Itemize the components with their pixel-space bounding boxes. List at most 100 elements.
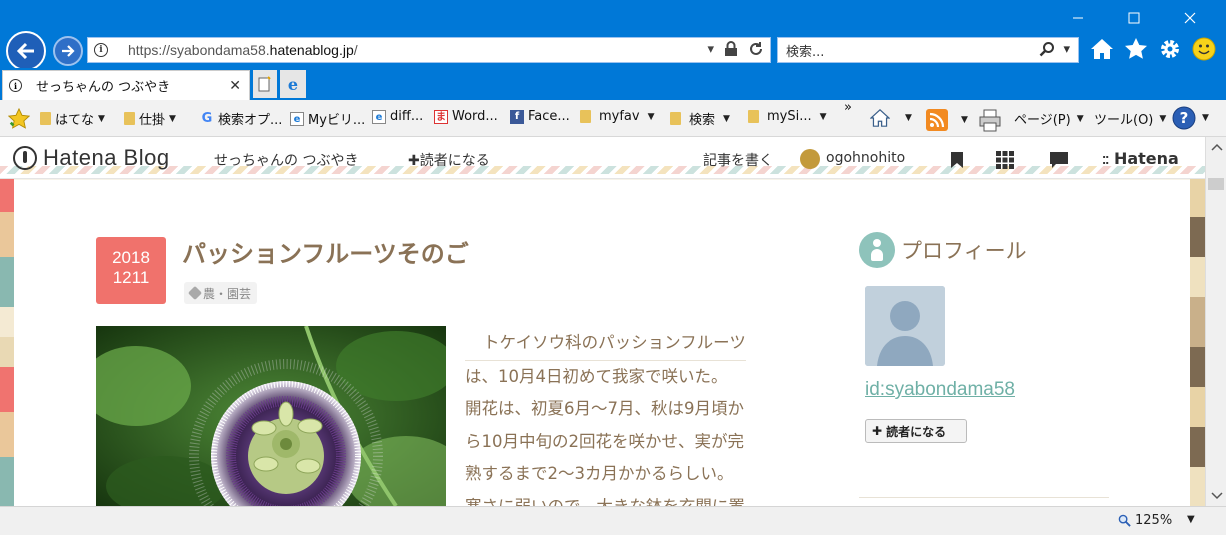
- fav-label: 仕掛: [139, 113, 166, 128]
- maximize-icon: [1128, 12, 1140, 24]
- folder-icon: [748, 110, 759, 123]
- home-cmd-button[interactable]: ▼: [870, 109, 912, 127]
- hatena-blog-header: Hatena Blog せっちゃんの つぶやき ✚読者になる 記事を書く ogo…: [0, 137, 1205, 179]
- lock-icon[interactable]: [724, 41, 738, 57]
- tab-close-icon[interactable]: ✕: [229, 78, 241, 94]
- subscribe-link[interactable]: ✚読者になる: [408, 150, 490, 170]
- feedback-button[interactable]: [1192, 37, 1216, 61]
- search-icon[interactable]: [1039, 41, 1055, 57]
- tab-active[interactable]: i せっちゃんの つぶやき ✕: [2, 70, 250, 100]
- favorites-overflow-button[interactable]: »: [844, 100, 852, 115]
- user-name-link[interactable]: ogohnohito: [826, 150, 905, 166]
- fav-item-shikake[interactable]: 仕掛 ▼: [124, 109, 176, 128]
- favorites-star-add-icon[interactable]: [8, 108, 30, 130]
- bookmark-icon[interactable]: [950, 151, 964, 169]
- print-cmd-button[interactable]: [978, 109, 1004, 133]
- page-viewport: Hatena Blog せっちゃんの つぶやき ✚読者になる 記事を書く ogo…: [0, 137, 1205, 506]
- hatena-brand-link[interactable]: ⁚⁚ Hatena: [1102, 149, 1179, 168]
- google-icon: G: [201, 110, 213, 126]
- chevron-down-icon: ▼: [169, 113, 176, 124]
- hatena-blog-logo[interactable]: Hatena Blog: [13, 145, 170, 171]
- ma-icon: ま: [434, 109, 448, 124]
- settings-button[interactable]: [1158, 37, 1182, 61]
- search-dropdown-icon[interactable]: ▾: [1063, 42, 1070, 57]
- post-date-badge[interactable]: 2018 1211: [96, 237, 166, 304]
- fav-item-diff[interactable]: e diff...: [372, 109, 423, 124]
- back-button[interactable]: [6, 31, 46, 71]
- close-icon: [1184, 12, 1196, 24]
- fav-item-hatena[interactable]: はてな ▼: [40, 109, 105, 128]
- rss-cmd-button[interactable]: ▼: [926, 109, 968, 131]
- vertical-scrollbar[interactable]: [1205, 137, 1226, 506]
- printer-icon: [979, 109, 1001, 132]
- scrollbar-thumb[interactable]: [1208, 178, 1224, 190]
- close-window-button[interactable]: [1167, 4, 1213, 32]
- folder-icon: [670, 112, 681, 125]
- tab-strip: i せっちゃんの つぶやき ✕: [0, 68, 1226, 100]
- chevron-down-icon: ▼: [961, 115, 968, 125]
- new-tab-icon: [258, 76, 271, 92]
- ie-page-icon: e: [290, 111, 304, 126]
- address-dropdown-icon[interactable]: ▾: [707, 42, 714, 57]
- blog-name-link[interactable]: せっちゃんの つぶやき: [214, 150, 358, 170]
- profile-user-id-link[interactable]: id:syabondama58: [865, 379, 1015, 401]
- zoom-dropdown-icon[interactable]: ▼: [1187, 514, 1195, 525]
- fav-label: diff...: [390, 109, 424, 124]
- rss-icon: [926, 109, 948, 131]
- post-title[interactable]: パッションフルーツそのご: [182, 234, 469, 269]
- page-menu[interactable]: ページ(P) ▼: [1014, 109, 1084, 128]
- scroll-up-arrow-icon[interactable]: [1206, 137, 1226, 157]
- write-post-link[interactable]: 記事を書く: [703, 150, 773, 170]
- fav-item-my-billing[interactable]: e Myビリ...: [290, 109, 365, 128]
- hatena-brand-text: Hatena: [1113, 149, 1179, 168]
- home-icon: [870, 109, 890, 127]
- tools-menu[interactable]: ツール(O) ▼: [1094, 109, 1166, 128]
- fav-label: Face...: [528, 109, 570, 124]
- ie-quick-tab[interactable]: e: [280, 70, 306, 98]
- forward-button[interactable]: [53, 36, 83, 66]
- refresh-icon[interactable]: [748, 41, 764, 57]
- profile-avatar[interactable]: [865, 286, 945, 366]
- post-body: トケイソウ科のパッションフルーツ は、10月4日初めて我家で咲いた。 開花は、初…: [465, 327, 795, 506]
- title-bar: i https://syabondama58.hatenablog.jp/ ▾ …: [0, 0, 1226, 71]
- ie-logo-icon: e: [287, 74, 299, 94]
- zoom-level-button[interactable]: 125%: [1118, 513, 1172, 528]
- sidebar-divider: [859, 497, 1109, 498]
- site-info-icon[interactable]: i: [94, 43, 108, 57]
- fav-item-mysi[interactable]: mySi... ▼: [748, 109, 827, 124]
- grid-menu-icon[interactable]: [996, 151, 1014, 169]
- chevron-down-icon: ▼: [723, 113, 730, 124]
- favorites-button[interactable]: [1124, 37, 1148, 61]
- maximize-button[interactable]: [1111, 4, 1157, 32]
- post-date-year: 2018: [112, 248, 150, 267]
- notification-icon[interactable]: [1049, 151, 1069, 169]
- help-button[interactable]: ? ▼: [1172, 106, 1209, 130]
- chevron-down-icon: ▼: [819, 111, 827, 122]
- fav-item-facebook[interactable]: f Face...: [510, 109, 570, 124]
- passion-flower-photo: [96, 326, 446, 506]
- post-body-line: 開花は、初夏6月～7月、秋は9月頃か: [465, 399, 744, 418]
- chevron-down-icon: ▼: [905, 113, 912, 123]
- user-avatar[interactable]: [800, 149, 820, 169]
- new-tab-button[interactable]: [253, 70, 277, 98]
- tab-title: せっちゃんの つぶやき: [36, 80, 171, 95]
- fav-item-search-options[interactable]: G 検索オプ...: [200, 109, 283, 128]
- post-image-passion-flower: [96, 326, 446, 506]
- fav-label: mySi...: [767, 109, 812, 124]
- home-button[interactable]: [1090, 37, 1114, 61]
- minimize-button[interactable]: [1055, 4, 1101, 32]
- post-category-tag[interactable]: 農・園芸: [184, 282, 258, 304]
- sidebar-subscribe-button[interactable]: ✚ 読者になる: [865, 419, 967, 443]
- sidebar-subscribe-label: 読者になる: [886, 424, 947, 439]
- chevron-down-icon: ▼: [1202, 113, 1209, 123]
- post-category-label: 農・園芸: [203, 286, 252, 301]
- fav-item-myfav[interactable]: myfav ▼: [580, 109, 655, 124]
- fav-item-search[interactable]: 検索 ▼: [670, 109, 730, 128]
- scroll-down-arrow-icon[interactable]: [1206, 486, 1226, 506]
- folder-icon: [580, 110, 591, 123]
- post-date-monthday: 1211: [112, 268, 150, 287]
- tools-menu-label: ツール(O): [1094, 113, 1154, 128]
- fav-item-word[interactable]: ま Word...: [434, 109, 498, 124]
- search-box[interactable]: 検索... ▾: [777, 37, 1079, 63]
- address-bar[interactable]: i https://syabondama58.hatenablog.jp/ ▾: [87, 37, 771, 63]
